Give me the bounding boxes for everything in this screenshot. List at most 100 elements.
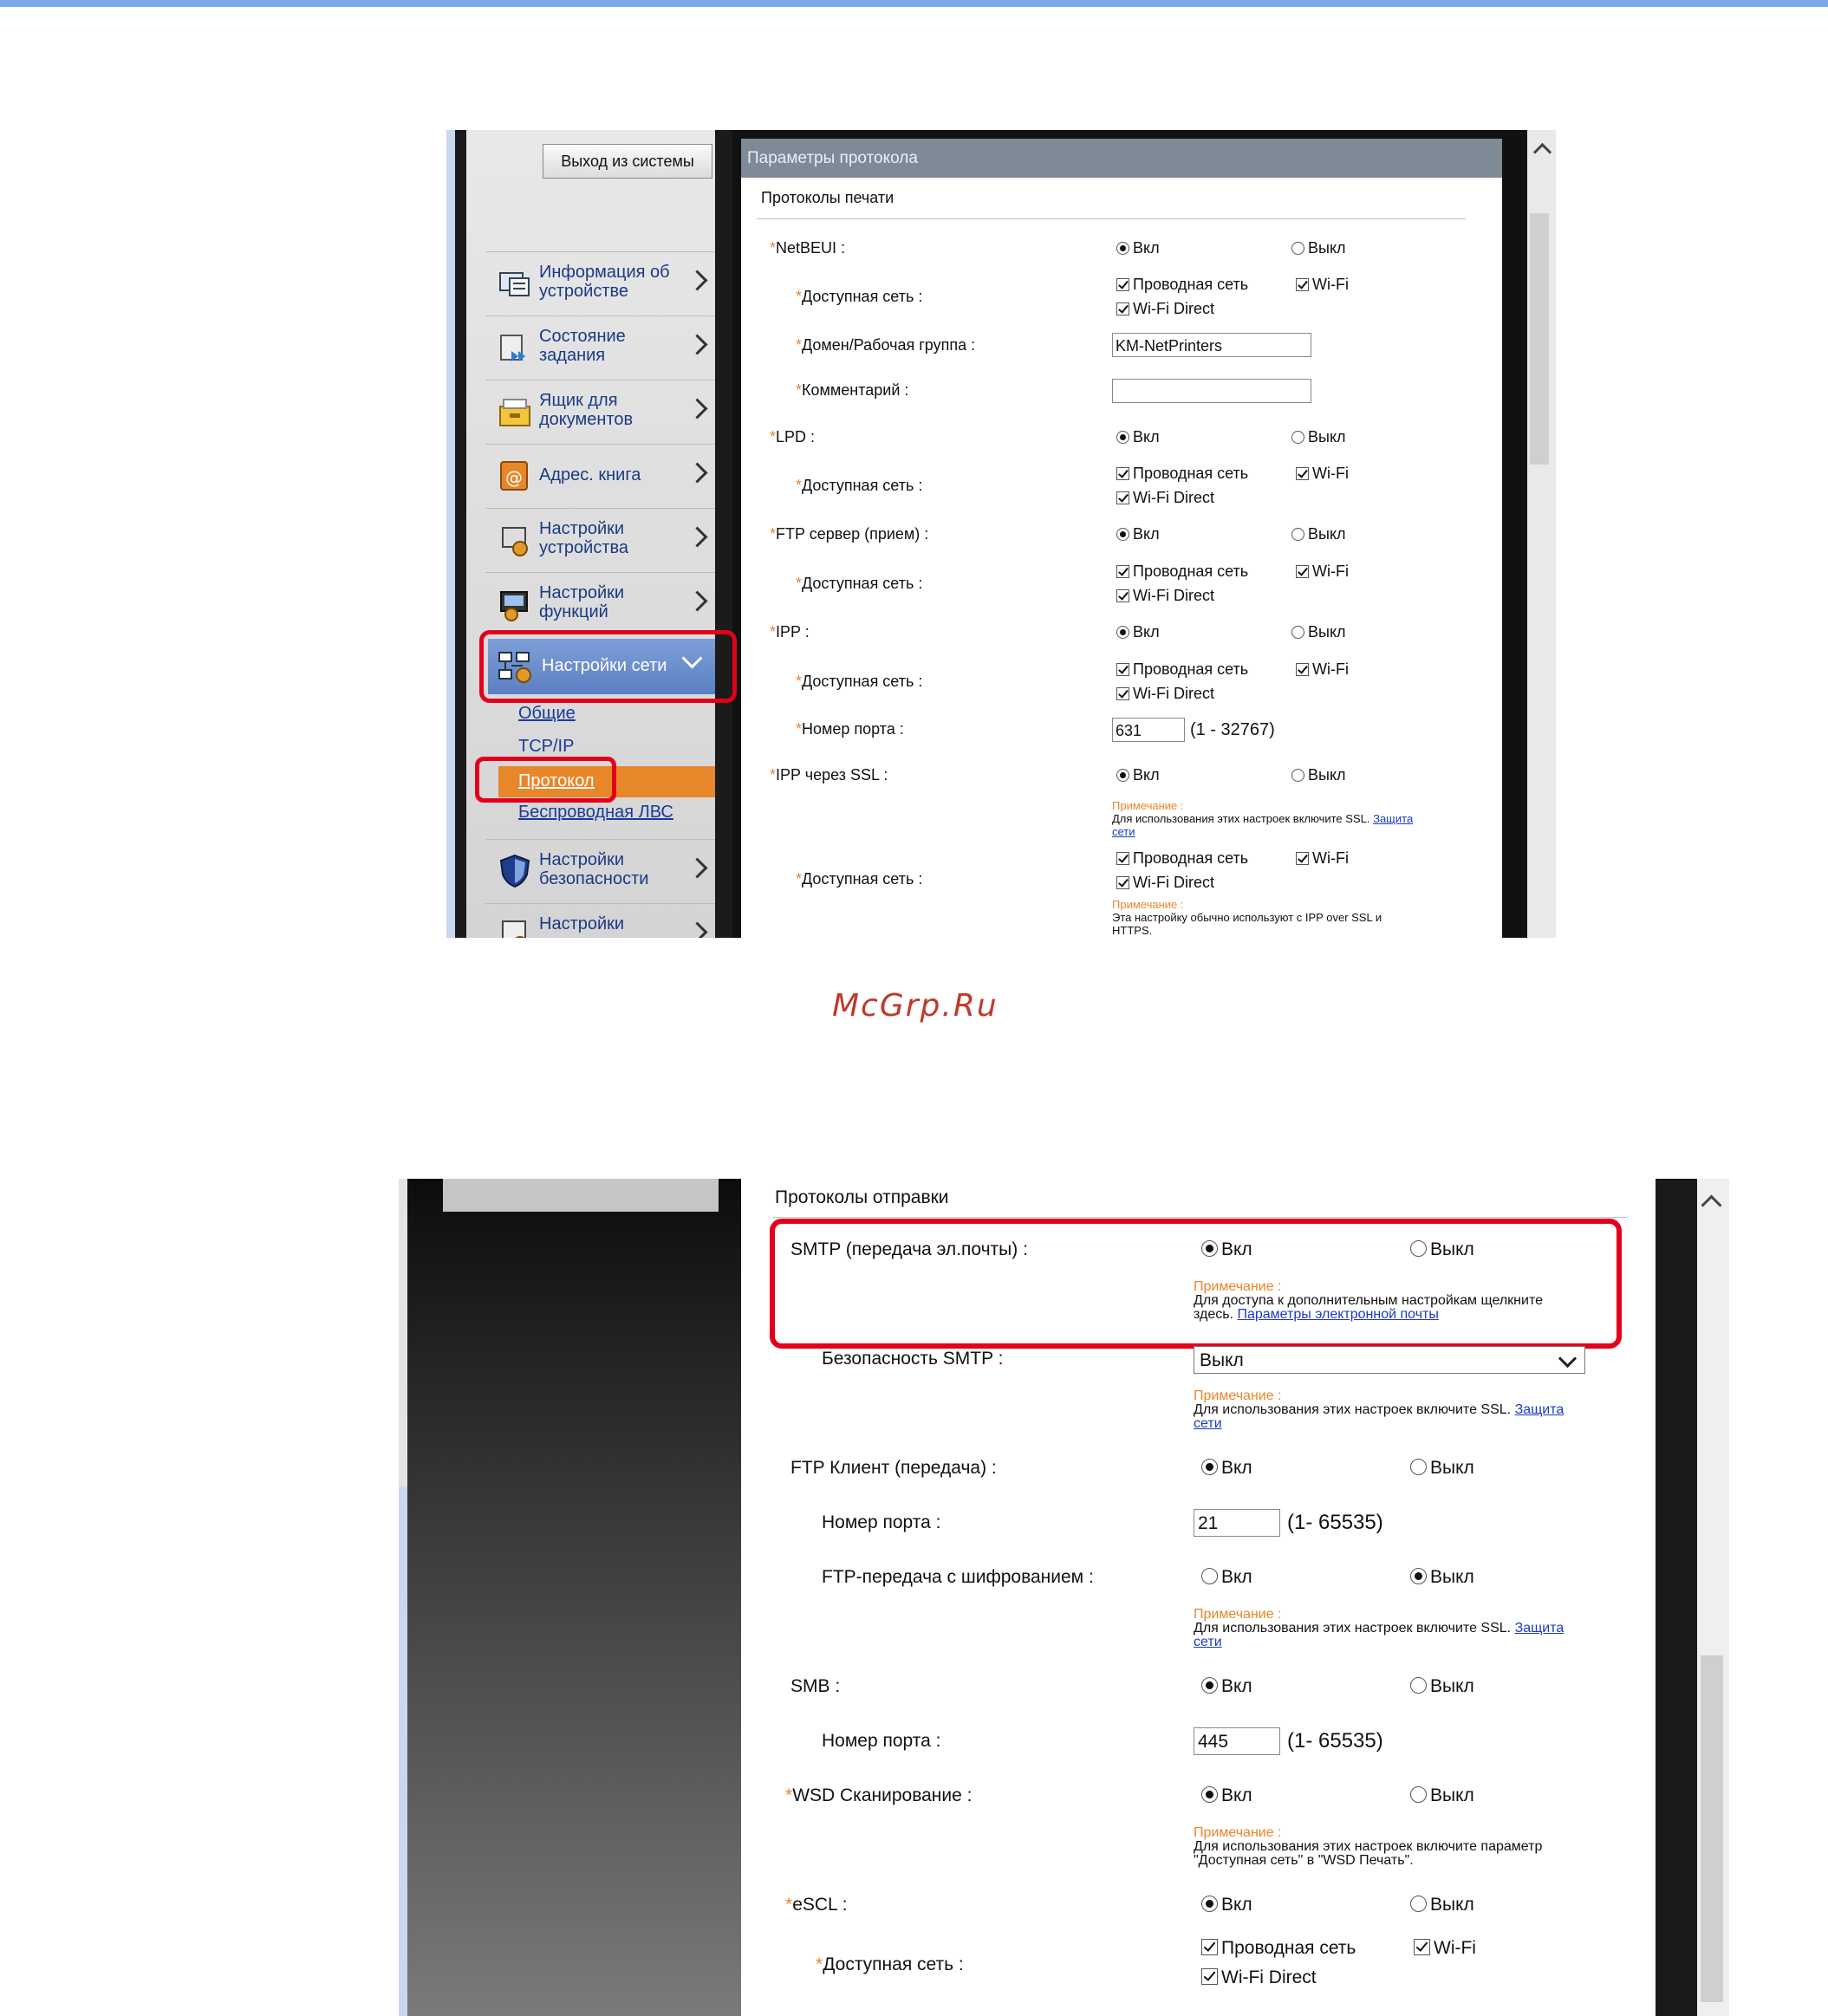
smb-port-input[interactable]: 445 [1194,1727,1280,1755]
checkbox-icon [1116,565,1129,578]
device-info-icon [499,272,530,296]
highlight-protocol [475,757,616,803]
smb-port-range: (1- 65535) [1287,1729,1383,1753]
ftp-client-off-radio[interactable]: Выкл [1410,1458,1474,1479]
chevron-right-icon [686,526,708,548]
sidebar [407,1179,741,2016]
security-shield-icon [499,854,530,888]
lpd-wifi-checkbox[interactable]: Wi-Fi [1296,465,1349,483]
netbeui-wifi-direct-checkbox[interactable]: Wi-Fi Direct [1116,300,1214,318]
network-security-link-2[interactable]: сети [1112,825,1135,838]
job-status-icon [500,335,525,361]
sidebar-item-label: Состояние задания [539,327,626,365]
ftp-encrypt-off-radio[interactable]: Выкл [1410,1567,1474,1588]
ipp-ssl-wifi-checkbox[interactable]: Wi-Fi [1296,849,1349,868]
scrollbar-thumb[interactable] [1701,1655,1723,2002]
wsd-scan-off-radio[interactable]: Выкл [1410,1785,1474,1806]
highlight-network-settings [479,630,737,703]
ipp-wifi-direct-checkbox[interactable]: Wi-Fi Direct [1116,685,1214,703]
netbeui-on-radio[interactable]: Вкл [1116,239,1160,257]
ipp-ssl-label: *IPP через SSL : [770,766,888,784]
lpd-label: *LPD : [770,428,816,445]
network-security-link[interactable]: Защита [1373,812,1413,825]
escl-wired-checkbox[interactable]: Проводная сеть [1201,1938,1356,1959]
netbeui-label: *NetBEUI : [770,239,846,257]
radio-icon [1410,1896,1427,1912]
ipp-ssl-on-radio[interactable]: Вкл [1116,766,1160,784]
sidebar-item-function-settings[interactable]: Настройки функций [485,572,715,635]
ipp-ssl-wifi-direct-checkbox[interactable]: Wi-Fi Direct [1116,874,1214,892]
lpd-off-radio[interactable]: Выкл [1291,428,1346,446]
sidebar-item-document-box[interactable]: Ящик для документов [485,380,715,443]
domain-input[interactable]: KM-NetPrinters [1112,333,1311,357]
submenu-general[interactable]: Общие [518,704,576,724]
netbeui-wifi-checkbox[interactable]: Wi-Fi [1296,276,1349,294]
ipp-ssl-off-radio[interactable]: Выкл [1291,766,1346,784]
sidebar-item-label: Информация об устройстве [539,263,670,301]
ftp-port-input[interactable]: 21 [1194,1509,1280,1537]
radio-icon [1291,242,1304,255]
escl-wifi-checkbox[interactable]: Wi-Fi [1414,1938,1476,1959]
ftp-server-off-radio[interactable]: Выкл [1291,525,1346,543]
network-security-link[interactable]: Защита [1515,1402,1565,1417]
right-frame [1656,1179,1697,2016]
sidebar-panel [443,1179,719,1212]
sidebar-item-security-settings[interactable]: Настройки безопасности [485,839,715,902]
domain-label: *Домен/Рабочая группа : [796,336,976,354]
ftp-client-label: FTP Клиент (передача) : [790,1458,997,1478]
ipp-wired-checkbox[interactable]: Проводная сеть [1116,660,1248,679]
lpd-wired-checkbox[interactable]: Проводная сеть [1116,465,1248,483]
submenu-wireless-lan[interactable]: Беспроводная ЛВС [518,803,673,823]
sidebar-item-address-book[interactable]: @ Адрес. книга [485,444,715,507]
scrollbar-thumb[interactable] [1530,213,1549,465]
left-frame [455,130,466,938]
ftp-avail-net-label: *Доступная сеть : [796,575,923,592]
chevron-right-icon [686,857,708,879]
escl-on-radio[interactable]: Вкл [1201,1895,1252,1915]
sidebar-item-management-settings[interactable]: Настройки управления [485,903,715,938]
comment-input[interactable] [1112,379,1311,403]
escl-wifi-direct-checkbox[interactable]: Wi-Fi Direct [1201,1967,1317,1988]
function-settings-icon [500,591,528,621]
submenu-tcpip[interactable]: TCP/IP [518,737,574,757]
ftp-encrypt-on-radio[interactable]: Вкл [1201,1567,1252,1588]
netbeui-wired-checkbox[interactable]: Проводная сеть [1116,276,1248,294]
ipp-ssl-note: Примечание : Для использования этих наст… [1112,799,1414,838]
network-security-link[interactable]: Защита [1515,1621,1565,1636]
network-security-link-2[interactable]: сети [1194,1635,1222,1649]
ipp-wifi-checkbox[interactable]: Wi-Fi [1296,660,1349,679]
ftp-wired-checkbox[interactable]: Проводная сеть [1116,563,1248,581]
wsd-scan-note: Примечание : Для использования этих наст… [1194,1825,1543,1868]
wsd-scan-on-radio[interactable]: Вкл [1201,1785,1252,1806]
lpd-wifi-direct-checkbox[interactable]: Wi-Fi Direct [1116,489,1214,507]
netbeui-avail-net-label: *Доступная сеть : [796,288,923,305]
ipp-port-input[interactable]: 631 [1112,718,1185,742]
ftp-wifi-checkbox[interactable]: Wi-Fi [1296,563,1349,581]
sidebar-item-job-status[interactable]: Состояние задания [485,315,715,379]
ftp-client-on-radio[interactable]: Вкл [1201,1458,1252,1479]
logout-button[interactable]: Выход из системы [543,144,712,179]
smtp-security-label: Безопасность SMTP : [822,1349,1004,1369]
escl-off-radio[interactable]: Выкл [1410,1895,1474,1915]
sidebar-item-device-settings[interactable]: Настройки устройства [485,508,715,571]
sidebar-item-device-info[interactable]: Информация об устройстве [485,251,715,315]
smb-on-radio[interactable]: Вкл [1201,1676,1252,1697]
chevron-right-icon [686,462,708,484]
ipp-ssl-wired-checkbox[interactable]: Проводная сеть [1116,849,1248,868]
chevron-right-icon [686,334,708,355]
lpd-on-radio[interactable]: Вкл [1116,428,1160,446]
ipp-label: *IPP : [770,623,810,641]
smtp-security-select[interactable]: Выкл [1194,1346,1585,1374]
left-edge-lower [399,1486,407,2016]
smb-off-radio[interactable]: Выкл [1410,1676,1474,1697]
ipp-ssl-note-2: Примечание : Эта настройку обычно исполь… [1112,898,1382,937]
ftp-server-on-radio[interactable]: Вкл [1116,525,1160,543]
checkbox-icon [1201,1968,1218,1985]
network-security-link-2[interactable]: сети [1194,1416,1222,1431]
chevron-right-icon [686,921,708,938]
ftp-wifi-direct-checkbox[interactable]: Wi-Fi Direct [1116,587,1214,605]
ipp-on-radio[interactable]: Вкл [1116,623,1160,641]
ipp-off-radio[interactable]: Выкл [1291,623,1346,641]
sidebar-item-label: Настройки устройства [539,519,629,557]
netbeui-off-radio[interactable]: Выкл [1291,239,1346,257]
